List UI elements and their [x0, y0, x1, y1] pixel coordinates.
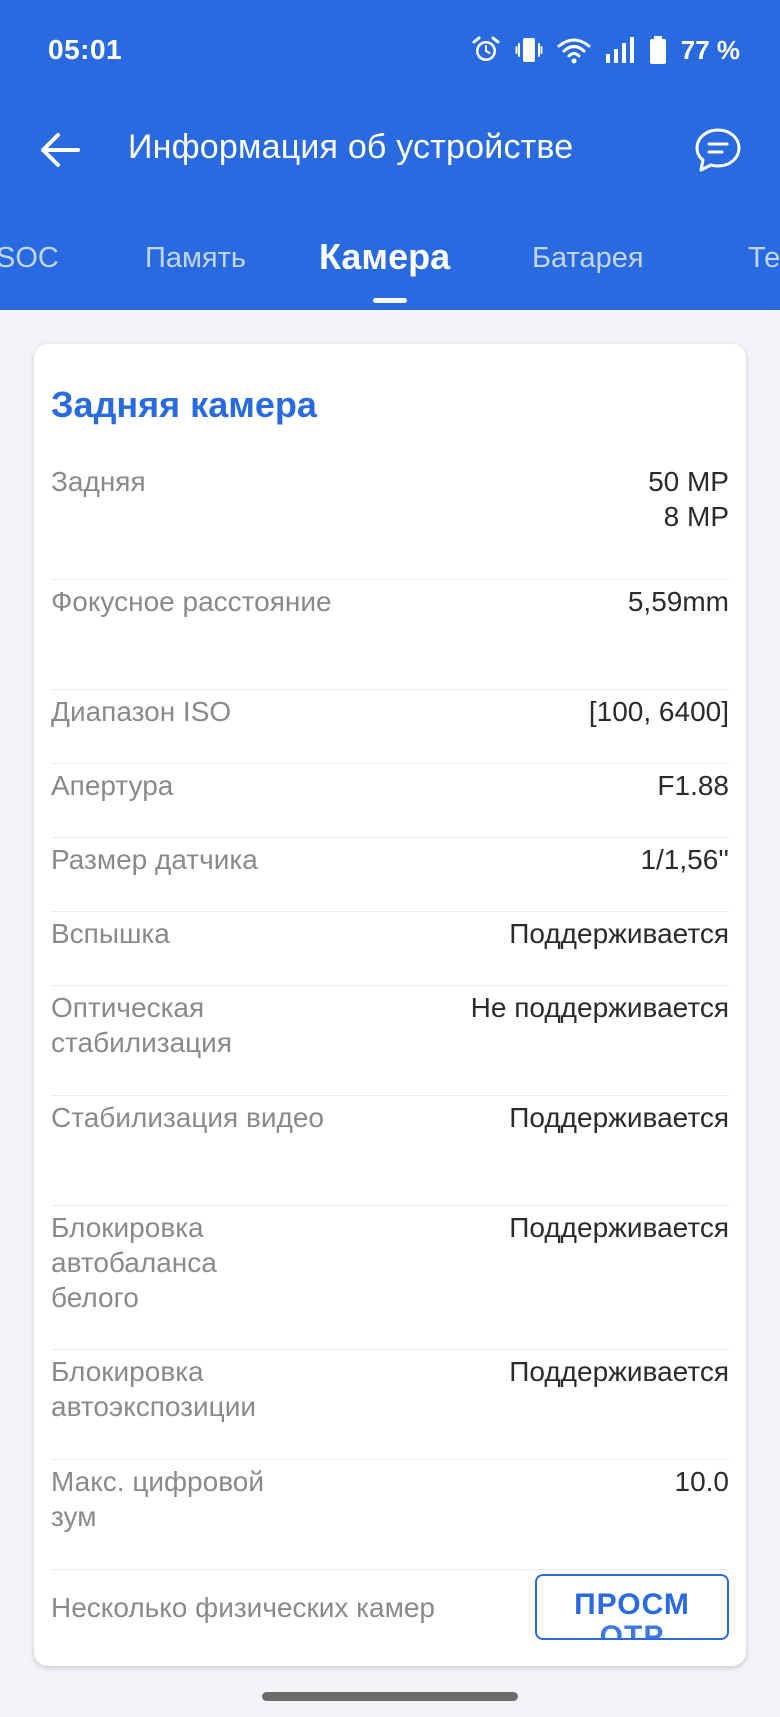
tab-soc[interactable]: SOC: [0, 242, 59, 275]
active-tab-indicator: [373, 298, 407, 303]
spec-value: 50 MP 8 MP: [648, 466, 729, 532]
spec-label: Блокировка автобаланса белого: [51, 1212, 217, 1313]
back-button[interactable]: [30, 122, 90, 182]
spec-label: Размер датчика: [51, 844, 258, 875]
spec-row-video-stabilization: Стабилизация видео Поддерживается: [51, 1096, 729, 1206]
spec-row-aperture: Апертура F1.88: [51, 764, 729, 838]
status-time: 05:01: [48, 34, 123, 65]
signal-icon: [605, 36, 635, 64]
spec-value: 1/1,56'': [640, 844, 729, 875]
spec-value: Поддерживается: [509, 1356, 729, 1387]
battery-icon: [649, 35, 667, 65]
tab-bar: SOC Память Камера Батарея Те: [0, 230, 780, 310]
spec-value: 10.0: [674, 1466, 730, 1497]
spec-value: Не поддерживается: [470, 992, 729, 1023]
status-bar: 05:01 77 %: [0, 0, 780, 100]
status-icons: 77 %: [471, 32, 740, 68]
spec-row-sensor-size: Размер датчика 1/1,56'': [51, 838, 729, 912]
battery-percent: 77 %: [680, 34, 740, 65]
spec-row-awb-lock: Блокировка автобаланса белого Поддержива…: [51, 1206, 729, 1350]
spec-value: [100, 6400]: [588, 696, 729, 727]
tab-memory[interactable]: Память: [145, 242, 246, 275]
spec-label: Стабилизация видео: [51, 1102, 324, 1133]
spec-value: Поддерживается: [509, 1212, 729, 1243]
spec-label: Блокировка автоэкспозиции: [51, 1356, 256, 1422]
toolbar: Информация об устройстве: [0, 100, 780, 200]
spec-row-ois: Оптическая стабилизация Не поддерживаетс…: [51, 986, 729, 1096]
spec-value: Поддерживается: [509, 1102, 729, 1133]
spec-row-multi-camera: Несколько физических камер ПРОСМ ОТР: [51, 1574, 729, 1644]
app-bar: 05:01 77 % Информация об устройстве SOC …: [0, 0, 780, 310]
spec-row-rear: Задняя 50 MP 8 MP: [51, 464, 729, 580]
spec-label: Задняя: [51, 466, 146, 497]
spec-label: Вспышка: [51, 918, 170, 949]
alarm-icon: [471, 35, 501, 65]
spec-label: Апертура: [51, 770, 174, 801]
spec-row-iso: Диапазон ISO [100, 6400]: [51, 690, 729, 764]
spec-row-focal-length: Фокусное расстояние 5,59mm: [51, 580, 729, 690]
tab-battery[interactable]: Батарея: [532, 242, 644, 275]
chat-bubble-icon: [694, 127, 742, 178]
page-title: Информация об устройстве: [128, 128, 574, 166]
view-cameras-button[interactable]: ПРОСМ ОТР: [535, 1574, 729, 1640]
spec-label: Оптическая стабилизация: [51, 992, 232, 1058]
spec-label: Диапазон ISO: [51, 696, 232, 727]
wifi-icon: [557, 36, 591, 64]
arrow-left-icon: [40, 132, 80, 173]
spec-row-flash: Вспышка Поддерживается: [51, 912, 729, 986]
spec-label: Несколько физических камер: [51, 1592, 435, 1623]
rear-camera-card: Задняя камера Задняя 50 MP 8 MP Фокусное…: [34, 344, 746, 1666]
spec-label: Макс. цифровой зум: [51, 1466, 264, 1532]
spec-value: 5,59mm: [627, 586, 729, 617]
spec-row-digital-zoom: Макс. цифровой зум 10.0: [51, 1460, 729, 1570]
spec-value: F1.88: [657, 770, 729, 801]
home-indicator[interactable]: [262, 1692, 518, 1701]
spec-value: Поддерживается: [509, 918, 729, 949]
vibrate-icon: [515, 35, 543, 65]
feedback-button[interactable]: [686, 120, 750, 184]
spec-label: Фокусное расстояние: [51, 586, 332, 617]
tab-truncated[interactable]: Те: [748, 242, 780, 275]
tab-camera[interactable]: Камера: [319, 236, 450, 278]
spec-row-ae-lock: Блокировка автоэкспозиции Поддерживается: [51, 1350, 729, 1460]
card-title: Задняя камера: [51, 384, 317, 425]
